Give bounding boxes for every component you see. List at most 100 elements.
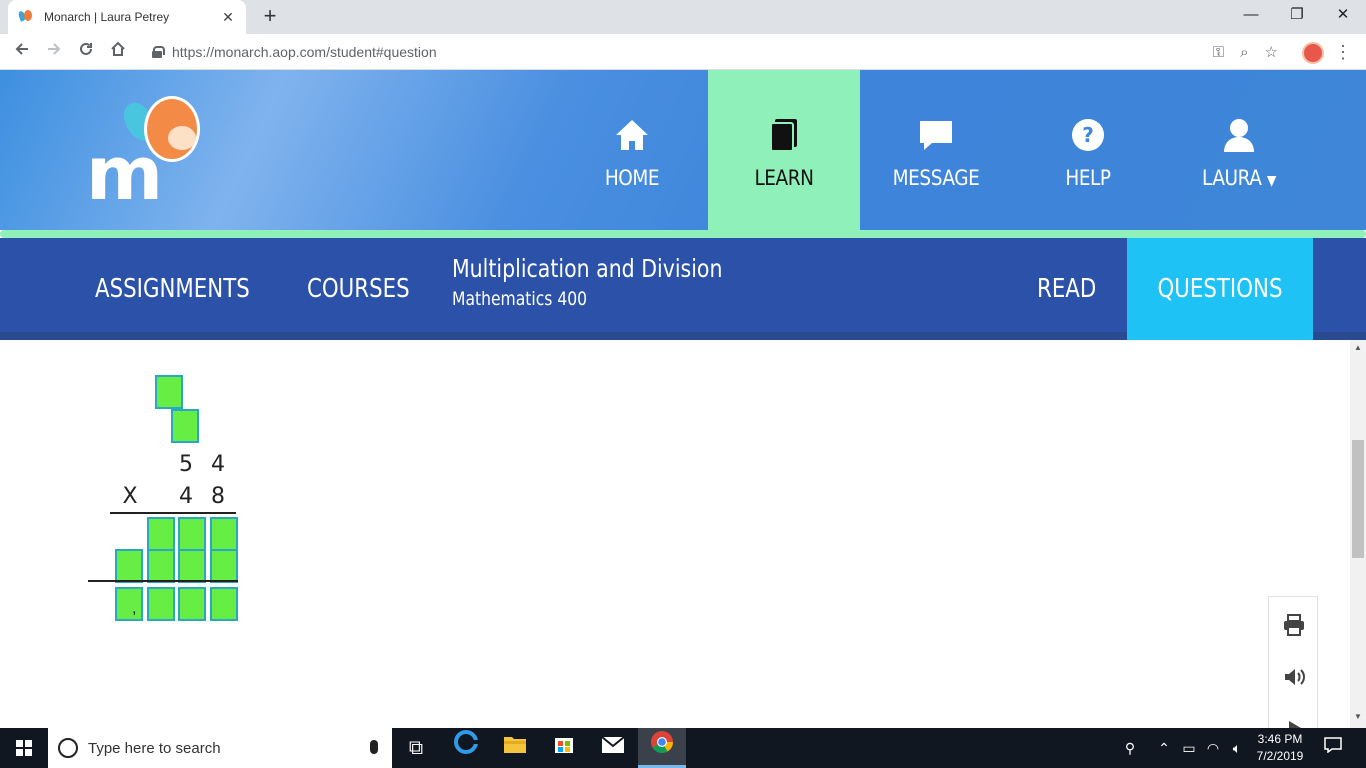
course-title: Multiplication and Division xyxy=(452,254,723,283)
questions-tab-label: QUESTIONS xyxy=(1157,274,1283,304)
nav-home-label: HOME xyxy=(604,166,660,190)
browser-tab[interactable]: Monarch | Laura Petrey ✕ xyxy=(8,0,246,34)
people-icon[interactable]: ⚲ xyxy=(1118,728,1142,768)
browser-toolbar: https://monarch.aop.com/student#question… xyxy=(0,34,1366,70)
menu-dots-icon[interactable]: ⋮ xyxy=(1334,42,1352,62)
header-divider xyxy=(0,230,1366,238)
omnibox-icons: ⚿ ⌕ ☆ xyxy=(1213,38,1278,66)
nav-user-label: LAURA ▼ xyxy=(1202,166,1276,190)
lock-icon xyxy=(152,46,165,58)
nav-user-menu[interactable]: LAURA ▼ xyxy=(1164,70,1314,230)
nav-message[interactable]: MESSAGE xyxy=(861,70,1011,230)
nav-learn-label: LEARN xyxy=(754,166,814,190)
system-clock[interactable]: 3:46 PM 7/2/2019 xyxy=(1250,731,1310,765)
nav-learn[interactable]: LEARN xyxy=(708,70,860,230)
scroll-down-icon[interactable]: ▼ xyxy=(1350,712,1366,721)
cortana-icon xyxy=(58,738,78,758)
tab-close-icon[interactable]: ✕ xyxy=(220,9,236,26)
home-browser-icon[interactable] xyxy=(106,40,130,64)
question-area: 5 4 X 4 8 , xyxy=(0,340,1350,728)
course-subnav: ASSIGNMENTS COURSES Multiplication and D… xyxy=(0,238,1366,340)
multiplicand-digit: 4 xyxy=(211,452,225,477)
profile-avatar[interactable] xyxy=(1302,42,1324,64)
user-icon xyxy=(1222,118,1256,157)
file-explorer-icon[interactable] xyxy=(491,728,539,768)
answer-input[interactable] xyxy=(115,587,143,621)
battery-icon[interactable]: ▭ xyxy=(1178,728,1200,768)
maximize-button[interactable]: ❐ xyxy=(1274,0,1320,34)
store-icon[interactable] xyxy=(540,728,588,768)
clock-date: 7/2/2019 xyxy=(1256,749,1304,763)
multiplicand-digit: 5 xyxy=(179,452,193,477)
browser-tab-strip: Monarch | Laura Petrey ✕ + — ❐ ✕ xyxy=(0,0,1366,34)
address-bar[interactable]: https://monarch.aop.com/student#question… xyxy=(142,38,1292,66)
speaker-icon[interactable] xyxy=(1269,665,1319,695)
question-tools-panel xyxy=(1268,596,1318,728)
url-text: https://monarch.aop.com/student#question xyxy=(172,44,437,60)
forward-arrow-icon[interactable] xyxy=(42,40,66,64)
product-line xyxy=(110,512,236,514)
nav-help-label: HELP xyxy=(1065,166,1111,190)
taskbar-search-placeholder: Type here to search xyxy=(88,739,221,757)
print-icon[interactable] xyxy=(1269,613,1319,643)
close-window-button[interactable]: ✕ xyxy=(1320,0,1366,34)
answer-input[interactable] xyxy=(178,587,206,621)
svg-text:?: ? xyxy=(1082,123,1094,147)
monarch-logo[interactable]: m xyxy=(86,96,206,211)
partial-product-input[interactable] xyxy=(178,517,206,551)
mail-icon[interactable] xyxy=(589,728,637,768)
taskbar-search[interactable]: Type here to search xyxy=(48,728,392,768)
course-subtitle: Mathematics 400 xyxy=(452,288,588,310)
minimize-button[interactable]: — xyxy=(1228,0,1274,34)
windows-taskbar: Type here to search ⧉ ⚲ ⌃ ▭ ◠ 🔈︎ 3:46 PM… xyxy=(0,728,1366,768)
carry-input-1[interactable] xyxy=(155,375,183,409)
answer-input[interactable] xyxy=(210,587,238,621)
question-circle-icon: ? xyxy=(1071,118,1105,157)
chrome-icon[interactable] xyxy=(638,728,686,768)
scroll-up-icon[interactable]: ▲ xyxy=(1350,343,1366,352)
partial-product-input[interactable] xyxy=(147,549,175,583)
star-icon[interactable]: ☆ xyxy=(1265,43,1278,61)
key-icon[interactable]: ⚿ xyxy=(1213,44,1224,61)
task-view-icon[interactable]: ⧉ xyxy=(392,728,440,768)
volume-icon[interactable]: 🔈︎ xyxy=(1226,728,1248,768)
tab-title: Monarch | Laura Petrey xyxy=(44,10,170,24)
partial-product-input[interactable] xyxy=(178,549,206,583)
multiplier-digit: 4 xyxy=(179,484,193,509)
partial-product-input[interactable] xyxy=(210,517,238,551)
answer-comma: , xyxy=(132,600,137,617)
speech-bubble-icon xyxy=(918,118,954,157)
book-icon xyxy=(769,118,799,157)
multiplier-digit: 8 xyxy=(211,484,225,509)
nav-help[interactable]: ? HELP xyxy=(1013,70,1163,230)
monarch-favicon-icon xyxy=(18,9,34,25)
microphone-icon[interactable] xyxy=(370,740,378,754)
partial-product-input[interactable] xyxy=(147,517,175,551)
back-arrow-icon[interactable] xyxy=(10,40,34,64)
read-tab[interactable]: READ xyxy=(1037,238,1096,332)
multiply-sign: X xyxy=(122,484,138,509)
edge-browser-icon[interactable] xyxy=(442,728,490,768)
caret-down-icon: ▼ xyxy=(1266,173,1276,189)
wifi-icon[interactable]: ◠ xyxy=(1202,728,1224,768)
partial-product-input[interactable] xyxy=(210,549,238,583)
assignments-link[interactable]: ASSIGNMENTS xyxy=(95,238,250,332)
notifications-icon[interactable] xyxy=(1320,728,1346,768)
start-button[interactable] xyxy=(0,728,48,768)
scrollbar-thumb[interactable] xyxy=(1352,440,1364,558)
nav-home[interactable]: HOME xyxy=(557,70,707,230)
tray-chevron-icon[interactable]: ⌃ xyxy=(1154,728,1174,768)
carry-input-2[interactable] xyxy=(171,409,199,443)
home-icon xyxy=(614,118,650,157)
new-tab-button[interactable]: + xyxy=(256,4,284,30)
partial-product-input[interactable] xyxy=(115,549,143,583)
questions-tab[interactable]: QUESTIONS xyxy=(1127,238,1313,340)
windows-logo-icon xyxy=(16,740,32,756)
zoom-icon[interactable]: ⌕ xyxy=(1240,44,1248,61)
page-scrollbar[interactable]: ▲ ▼ xyxy=(1350,340,1366,728)
courses-link[interactable]: COURSES xyxy=(307,238,410,332)
clock-time: 3:46 PM xyxy=(1257,732,1303,746)
reload-icon[interactable] xyxy=(74,40,98,64)
answer-input[interactable] xyxy=(147,587,175,621)
sum-line xyxy=(88,580,238,582)
